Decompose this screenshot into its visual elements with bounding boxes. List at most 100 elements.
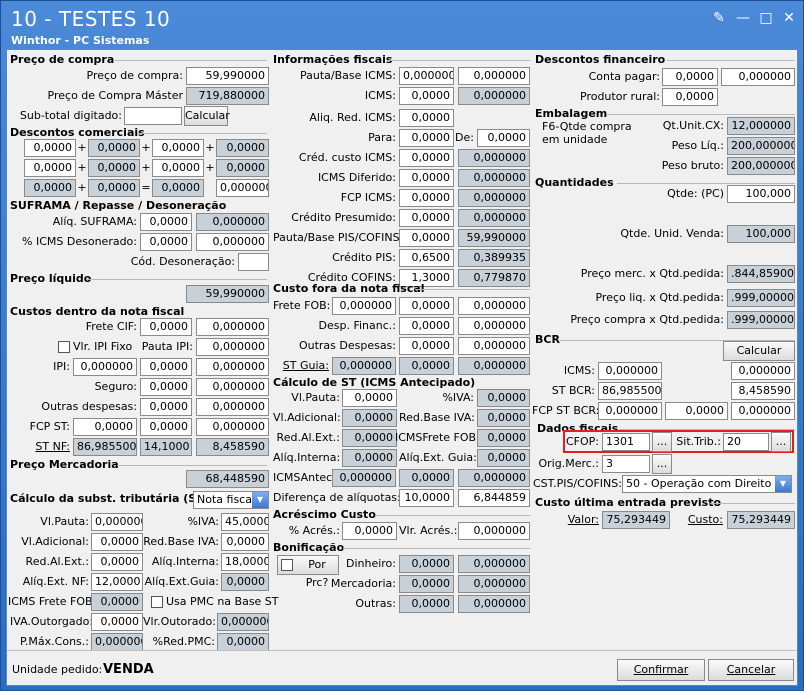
minimize-icon[interactable]: —	[733, 10, 753, 26]
icms-desonerado-field[interactable]: 0,0000	[140, 233, 192, 251]
outras-despesas-field[interactable]: 0,0000	[140, 398, 192, 416]
info-fiscais-field-1[interactable]: 0,0000	[399, 189, 454, 207]
ivaoutorgado-field[interactable]: 0,0000	[91, 613, 143, 631]
sit-trib-field[interactable]: 20	[723, 433, 769, 451]
seguro-field[interactable]: 0,0000	[140, 378, 192, 396]
outras-despesas-value[interactable]: 0,000000	[196, 398, 269, 416]
cfop-field[interactable]: 1301	[602, 433, 650, 451]
ant-vlpauta-field[interactable]: 0,0000	[342, 389, 397, 407]
info-fiscais-field-1[interactable]: 0,0000	[399, 149, 454, 167]
frete-cif-field[interactable]: 0,0000	[140, 318, 192, 336]
info-fiscais-field-1[interactable]: 0,6500	[399, 249, 454, 267]
desc-com-3-4[interactable]: 0,000000	[216, 179, 269, 197]
seguro-value[interactable]: 0,000000	[196, 378, 269, 396]
aliq-suframa-field[interactable]: 0,0000	[140, 213, 192, 231]
info-fiscais-field-1[interactable]: 0,0000	[399, 129, 454, 147]
pauta-ipi-label: Pauta IPI:	[141, 340, 193, 353]
outras-despesas-fora-field-2[interactable]: 0,000000	[458, 337, 530, 355]
cancelar-button[interactable]: Cancelar	[708, 659, 794, 681]
desc-com-1-3[interactable]: 0,0000	[152, 139, 204, 157]
st-nf-label[interactable]: ST NF:	[10, 438, 70, 456]
peso-bruto-field: 200,000000	[727, 157, 795, 175]
fcp-st-field-1[interactable]: 0,0000	[73, 418, 137, 436]
ipi-field-2[interactable]: 0,0000	[140, 358, 192, 376]
custo-label[interactable]: Custo:	[675, 511, 723, 529]
produtor-rural-field[interactable]: 0,0000	[662, 88, 718, 106]
orig-merc-field[interactable]: 3	[602, 455, 650, 473]
section-acrescimo-custo: Acréscimo Custo	[273, 508, 376, 521]
conta-pagar-field-1[interactable]: 0,0000	[662, 68, 718, 86]
vlpauta-field[interactable]: 0,000000	[91, 513, 143, 531]
info-fiscais-field-1[interactable]: 0,0000	[399, 229, 454, 247]
fcp-st-bcr-field-1[interactable]: 0,000000	[598, 402, 662, 420]
fcp-st-field-3[interactable]: 0,000000	[196, 418, 269, 436]
info-fiscais-field-1[interactable]: 0,0000	[399, 109, 454, 127]
bcr-icms-field-2[interactable]: 0,000000	[731, 362, 795, 380]
info-fiscais-field-2[interactable]: 0,0000	[477, 129, 530, 147]
calcular-subtotal-button[interactable]: Calcular	[184, 106, 230, 126]
calcular-bcr-button[interactable]: Calcular	[723, 341, 795, 361]
redpmc-label: %Red.PMC:	[152, 635, 215, 648]
close-icon[interactable]: ✕	[779, 10, 799, 26]
subtotal-field[interactable]	[124, 107, 182, 125]
desp-financ-field-1[interactable]: 0,0000	[399, 317, 454, 335]
preco-compra-field[interactable]: 59,990000	[186, 67, 269, 85]
desp-financ-field-2[interactable]: 0,000000	[458, 317, 530, 335]
fcp-st-field-2[interactable]: 0,0000	[140, 418, 192, 436]
bcr-icms-field-1[interactable]: 0,000000	[598, 362, 662, 380]
por-prc-toggle[interactable]: Por Prc?	[277, 555, 339, 589]
icms-desonerado-value[interactable]: 0,000000	[196, 233, 269, 251]
unidade-pedido-label: Unidade pedido:	[12, 663, 103, 676]
redalext-field[interactable]: 0,0000	[91, 553, 143, 571]
vlr-ipi-fixo-checkbox[interactable]	[58, 341, 70, 353]
bcr-st-field-1[interactable]: 86,985500	[598, 382, 662, 400]
info-fiscais-field-1[interactable]: 0,0000	[399, 209, 454, 227]
frete-fob-field-2[interactable]: 0,0000	[399, 297, 454, 315]
diferenca-aliquotas-field-1[interactable]: 10,0000	[399, 489, 454, 507]
bcr-st-field-2[interactable]: 8,458590	[731, 382, 795, 400]
frete-cif-value[interactable]: 0,000000	[196, 318, 269, 336]
cod-desoneracao-field[interactable]	[238, 253, 269, 271]
usa-pmc-checkbox[interactable]	[151, 596, 163, 608]
valor-label[interactable]: Valor:	[535, 511, 599, 529]
orig-merc-lookup-button[interactable]: ...	[652, 454, 672, 474]
desc-com-2-1[interactable]: 0,0000	[24, 159, 76, 177]
info-fiscais-field-1[interactable]: 0,000000	[399, 67, 454, 85]
aliqinterna-label: Alíq.Interna:	[151, 555, 219, 568]
frete-fob-field-1[interactable]: 0,000000	[332, 297, 396, 315]
chevron-down-icon[interactable]: ▼	[252, 492, 268, 508]
ipi-field-1[interactable]: 0,000000	[73, 358, 137, 376]
sit-trib-lookup-button[interactable]: ...	[771, 432, 791, 452]
confirmar-button[interactable]: Confirmar	[617, 659, 705, 681]
aliqextnf-field[interactable]: 12,0000	[91, 573, 143, 591]
info-fiscais-field-1[interactable]: 0,0000	[399, 87, 454, 105]
vladicional-field[interactable]: 0,0000	[91, 533, 143, 551]
aliqinterna-field[interactable]: 18,0000	[221, 553, 269, 571]
frete-fob-field-3[interactable]: 0,000000	[458, 297, 530, 315]
edit-icon[interactable]: ✎	[709, 10, 729, 26]
iva-field[interactable]: 45,0000	[221, 513, 269, 531]
info-fiscais-field-2[interactable]: 0,000000	[458, 67, 530, 85]
desc-com-2-3[interactable]: 0,0000	[152, 159, 204, 177]
maximize-icon[interactable]: □	[756, 10, 776, 26]
pauta-ipi-field[interactable]: 0,000000	[196, 338, 269, 356]
fcp-st-bcr-field-2[interactable]: 0,0000	[665, 402, 728, 420]
cst-pis-cofins-select[interactable]: 50 - Operação com Direito a Cr ▼	[622, 475, 792, 493]
vlr-acres-field[interactable]: 0,000000	[458, 522, 530, 540]
unidade-pedido-value: VENDA	[103, 662, 154, 677]
calc-st-select[interactable]: Nota fiscal ▼	[193, 491, 269, 509]
qtde-field[interactable]: 100,000	[727, 185, 795, 203]
conta-pagar-field-2[interactable]: 0,000000	[721, 68, 795, 86]
desc-com-1-1[interactable]: 0,0000	[24, 139, 76, 157]
cfop-lookup-button[interactable]: ...	[652, 432, 672, 452]
perc-acres-field[interactable]: 0,0000	[342, 522, 397, 540]
diferenca-aliquotas-field-2[interactable]: 6,844859	[458, 489, 530, 507]
redbaseiva-field[interactable]: 0,0000	[221, 533, 269, 551]
st-guia-label[interactable]: ST Guia:	[273, 357, 329, 375]
por-prc-checkbox[interactable]	[281, 559, 293, 571]
fcp-st-bcr-field-3[interactable]: 0,000000	[731, 402, 795, 420]
outras-despesas-fora-field-1[interactable]: 0,0000	[399, 337, 454, 355]
info-fiscais-field-1[interactable]: 0,0000	[399, 169, 454, 187]
chevron-down-icon[interactable]: ▼	[775, 476, 791, 492]
ipi-field-3[interactable]: 0,000000	[196, 358, 269, 376]
